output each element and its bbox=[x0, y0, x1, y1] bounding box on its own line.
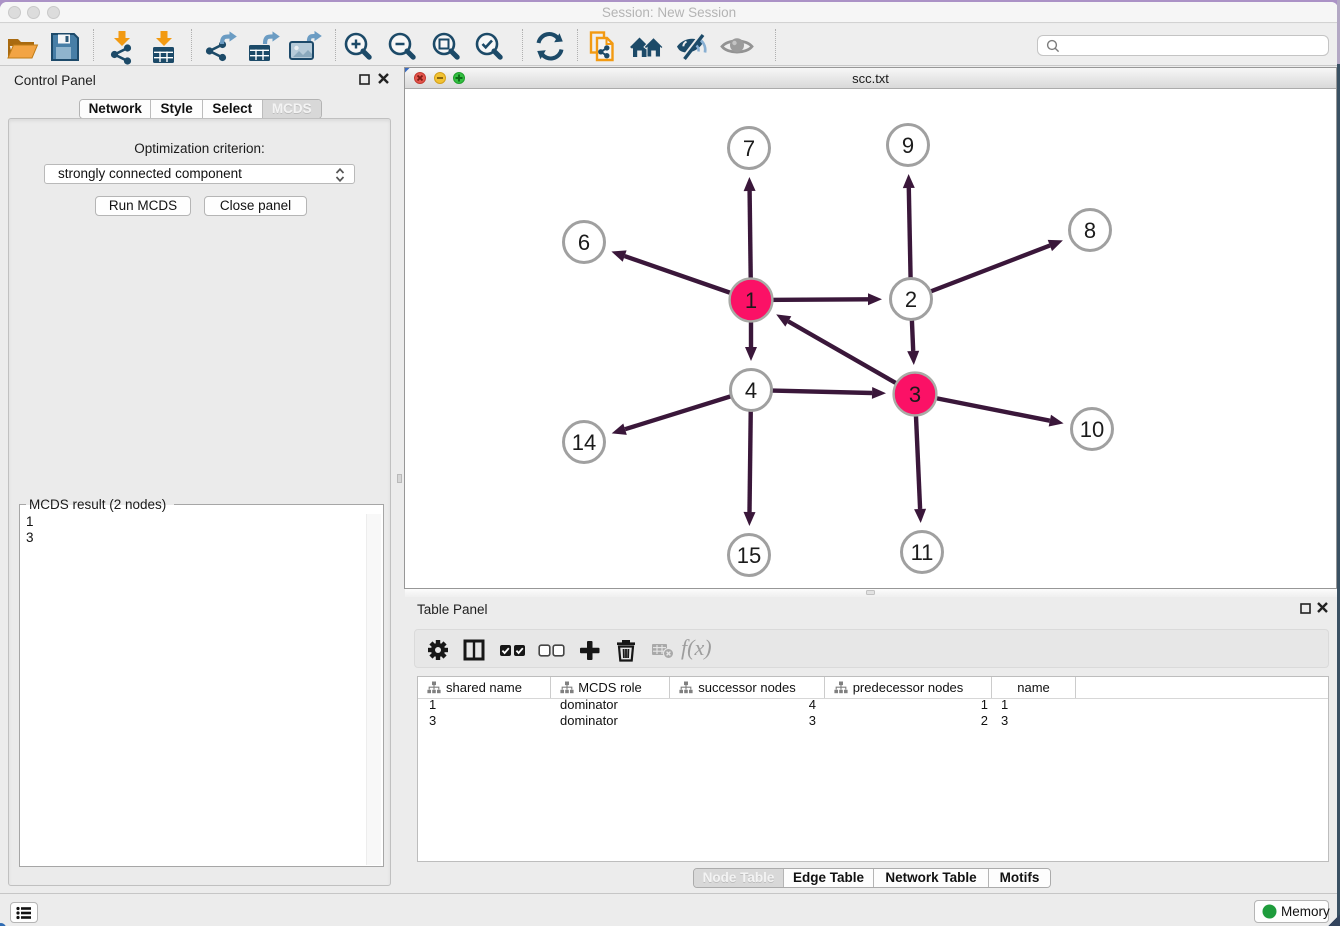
svg-text:3: 3 bbox=[909, 382, 921, 407]
svg-text:7: 7 bbox=[743, 136, 755, 161]
svg-text:10: 10 bbox=[1080, 417, 1104, 442]
svg-text:6: 6 bbox=[578, 230, 590, 255]
svg-text:14: 14 bbox=[572, 430, 596, 455]
svg-text:8: 8 bbox=[1084, 218, 1096, 243]
svg-text:11: 11 bbox=[911, 540, 934, 565]
svg-text:15: 15 bbox=[737, 543, 761, 568]
svg-text:1: 1 bbox=[745, 288, 757, 313]
svg-text:9: 9 bbox=[902, 133, 914, 158]
svg-text:2: 2 bbox=[905, 287, 917, 312]
svg-text:4: 4 bbox=[745, 378, 757, 403]
